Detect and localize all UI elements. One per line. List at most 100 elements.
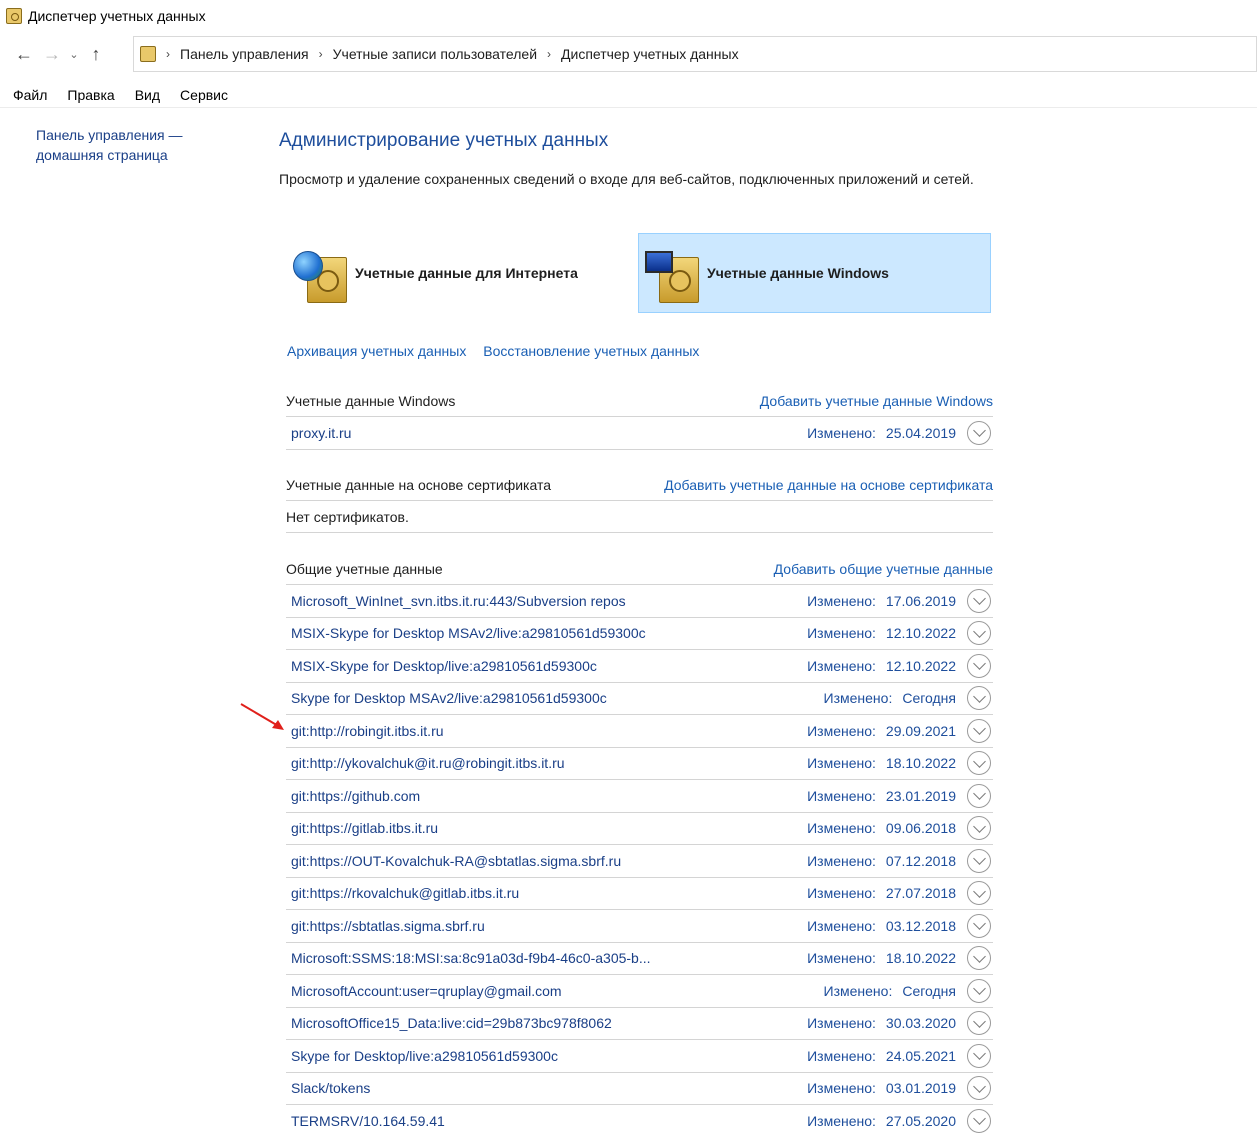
modified-date: Сегодня	[902, 690, 956, 707]
credential-row[interactable]: git:http://robingit.itbs.it.ru Изменено: 2…	[286, 715, 993, 748]
credential-name[interactable]: Slack/tokens	[291, 1080, 370, 1096]
breadcrumb-separator[interactable]: ›	[319, 47, 323, 61]
credential-meta: Изменено: 18.10.2022	[807, 946, 993, 971]
credential-manager-icon	[140, 46, 156, 62]
credential-row[interactable]: MSIX-Skype for Desktop/live:a29810561d59…	[286, 650, 993, 683]
credential-meta: Изменено: Сегодня	[824, 686, 993, 711]
credential-name[interactable]: git:https://OUT-Kovalchuk-RA@sbtatlas.si…	[291, 853, 621, 869]
credential-row[interactable]: MicrosoftOffice15_Data:live:cid=29b873bc…	[286, 1008, 993, 1040]
address-bar[interactable]: › Панель управления › Учетные записи пол…	[133, 36, 1257, 72]
modified-date: 07.12.2018	[885, 852, 956, 869]
breadcrumb-control-panel[interactable]: Панель управления	[180, 46, 309, 62]
expand-chevron-icon[interactable]	[967, 751, 991, 776]
credential-meta: Изменено: 03.01.2019	[807, 1076, 993, 1101]
back-arrow-icon[interactable]: ←	[10, 40, 38, 68]
expand-chevron-icon[interactable]	[967, 420, 991, 445]
menu-tools[interactable]: Сервис	[180, 87, 228, 103]
backup-credentials-link[interactable]: Архивация учетных данных	[287, 343, 466, 359]
credential-name[interactable]: proxy.it.ru	[291, 425, 351, 441]
add-generic-credential-link[interactable]: Добавить общие учетные данные	[774, 561, 993, 577]
credential-name[interactable]: TERMSRV/10.164.59.41	[291, 1113, 445, 1129]
add-certificate-credential-link[interactable]: Добавить учетные данные на основе сертиф…	[664, 477, 993, 493]
expand-chevron-icon[interactable]	[967, 718, 991, 743]
credential-row[interactable]: Slack/tokens Изменено: 03.01.2019	[286, 1073, 993, 1105]
credential-name[interactable]: git:http://ykovalchuk@it.ru@robingit.itb…	[291, 755, 565, 771]
credential-name[interactable]: Skype for Desktop/live:a29810561d59300c	[291, 1048, 558, 1064]
credential-type-tiles: Учетные данные для Интернета Учетные дан…	[279, 233, 993, 313]
credential-row[interactable]: TERMSRV/10.164.59.41 Изменено: 27.05.2020	[286, 1105, 993, 1134]
title-bar: Диспетчер учетных данных	[0, 0, 1257, 32]
credential-row[interactable]: git:https://sbtatlas.sigma.sbrf.ru Измене…	[286, 910, 993, 943]
credential-row[interactable]: proxy.it.ru Изменено: 25.04.2019	[286, 417, 993, 450]
breadcrumb-separator[interactable]: ›	[166, 47, 170, 61]
credential-row[interactable]: git:https://gitlab.itbs.it.ru Изменено: 09…	[286, 813, 993, 845]
credential-meta: Изменено: 29.09.2021	[807, 718, 993, 743]
credential-row[interactable]: git:https://github.com Изменено: 23.01.201…	[286, 780, 993, 813]
expand-chevron-icon[interactable]	[967, 653, 991, 678]
modified-label: Изменено:	[807, 1080, 876, 1097]
credential-name[interactable]: git:https://rkovalchuk@gitlab.itbs.it.ru	[291, 885, 519, 901]
certificate-credentials-section: Учетные данные на основе сертификата Доб…	[286, 469, 993, 533]
modified-date: 30.03.2020	[885, 1015, 956, 1032]
modified-date: 25.04.2019	[885, 424, 956, 441]
expand-chevron-icon[interactable]	[967, 783, 991, 808]
credential-row[interactable]: MSIX-Skype for Desktop MSAv2/live:a29810…	[286, 618, 993, 650]
modified-date: 09.06.2018	[885, 820, 956, 837]
expand-chevron-icon[interactable]	[967, 946, 991, 971]
credential-name[interactable]: MSIX-Skype for Desktop/live:a29810561d59…	[291, 658, 597, 674]
credential-name[interactable]: Skype for Desktop MSAv2/live:a29810561d5…	[291, 690, 607, 706]
expand-chevron-icon[interactable]	[967, 978, 991, 1003]
expand-chevron-icon[interactable]	[967, 1108, 991, 1133]
credential-row[interactable]: Microsoft_WinInet_svn.itbs.it.ru:443/Sub…	[286, 585, 993, 618]
menu-edit[interactable]: Правка	[67, 87, 114, 103]
expand-chevron-icon[interactable]	[967, 1076, 991, 1101]
modified-label: Изменено:	[807, 1015, 876, 1032]
control-panel-home-link[interactable]: Панель управления — домашняя страница	[36, 125, 226, 165]
credential-row[interactable]: git:http://ykovalchuk@it.ru@robingit.itb…	[286, 748, 993, 780]
recent-dropdown-icon[interactable]: ⌄	[66, 40, 82, 68]
credential-name[interactable]: Microsoft:SSMS:18:MSI:sa:8c91a03d-f9b4-4…	[291, 950, 651, 966]
menu-view[interactable]: Вид	[135, 87, 160, 103]
credential-row[interactable]: Skype for Desktop/live:a29810561d59300c И…	[286, 1040, 993, 1073]
credential-row[interactable]: git:https://rkovalchuk@gitlab.itbs.it.ru…	[286, 878, 993, 910]
add-windows-credential-link[interactable]: Добавить учетные данные Windows	[760, 393, 993, 409]
credential-name[interactable]: git:https://sbtatlas.sigma.sbrf.ru	[291, 918, 485, 934]
breadcrumb-credential-manager[interactable]: Диспетчер учетных данных	[561, 46, 739, 62]
credential-name[interactable]: MicrosoftAccount:user=qruplay@gmail.com	[291, 983, 562, 999]
credential-name[interactable]: MSIX-Skype for Desktop MSAv2/live:a29810…	[291, 625, 646, 641]
expand-chevron-icon[interactable]	[967, 1011, 991, 1036]
restore-credentials-link[interactable]: Восстановление учетных данных	[483, 343, 699, 359]
expand-chevron-icon[interactable]	[967, 588, 991, 613]
expand-chevron-icon[interactable]	[967, 686, 991, 711]
navigation-bar: ← → ⌄ ↑ › Панель управления › Учетные за…	[0, 36, 1257, 72]
expand-chevron-icon[interactable]	[967, 1043, 991, 1068]
expand-chevron-icon[interactable]	[967, 848, 991, 873]
credential-name[interactable]: git:https://github.com	[291, 788, 420, 804]
section-header: Учетные данные на основе сертификата Доб…	[286, 469, 993, 501]
credential-row[interactable]: Microsoft:SSMS:18:MSI:sa:8c91a03d-f9b4-4…	[286, 943, 993, 975]
credential-name[interactable]: Microsoft_WinInet_svn.itbs.it.ru:443/Sub…	[291, 593, 626, 609]
expand-chevron-icon[interactable]	[967, 816, 991, 841]
credential-name[interactable]: git:http://robingit.itbs.it.ru	[291, 723, 444, 739]
breadcrumb-separator[interactable]: ›	[547, 47, 551, 61]
windows-credentials-tile[interactable]: Учетные данные Windows	[638, 233, 991, 313]
up-arrow-icon[interactable]: ↑	[82, 40, 110, 68]
breadcrumb-user-accounts[interactable]: Учетные записи пользователей	[333, 46, 537, 62]
web-credentials-tile[interactable]: Учетные данные для Интернета	[287, 233, 627, 313]
credential-row[interactable]: MicrosoftAccount:user=qruplay@gmail.com И…	[286, 975, 993, 1008]
menu-file[interactable]: Файл	[13, 87, 47, 103]
modified-date: 27.07.2018	[885, 885, 956, 902]
modified-label: Изменено:	[807, 592, 876, 609]
modified-date: 03.01.2019	[885, 1080, 956, 1097]
credential-name[interactable]: MicrosoftOffice15_Data:live:cid=29b873bc…	[291, 1015, 612, 1031]
credential-row[interactable]: Skype for Desktop MSAv2/live:a29810561d5…	[286, 683, 993, 715]
forward-arrow-icon[interactable]: →	[38, 40, 66, 68]
expand-chevron-icon[interactable]	[967, 913, 991, 938]
expand-chevron-icon[interactable]	[967, 881, 991, 906]
modified-label: Изменено:	[807, 424, 876, 441]
page-title: Администрирование учетных данных	[279, 130, 609, 151]
expand-chevron-icon[interactable]	[967, 621, 991, 646]
credential-row[interactable]: git:https://OUT-Kovalchuk-RA@sbtatlas.si…	[286, 845, 993, 878]
modified-label: Изменено:	[807, 852, 876, 869]
credential-name[interactable]: git:https://gitlab.itbs.it.ru	[291, 820, 438, 836]
